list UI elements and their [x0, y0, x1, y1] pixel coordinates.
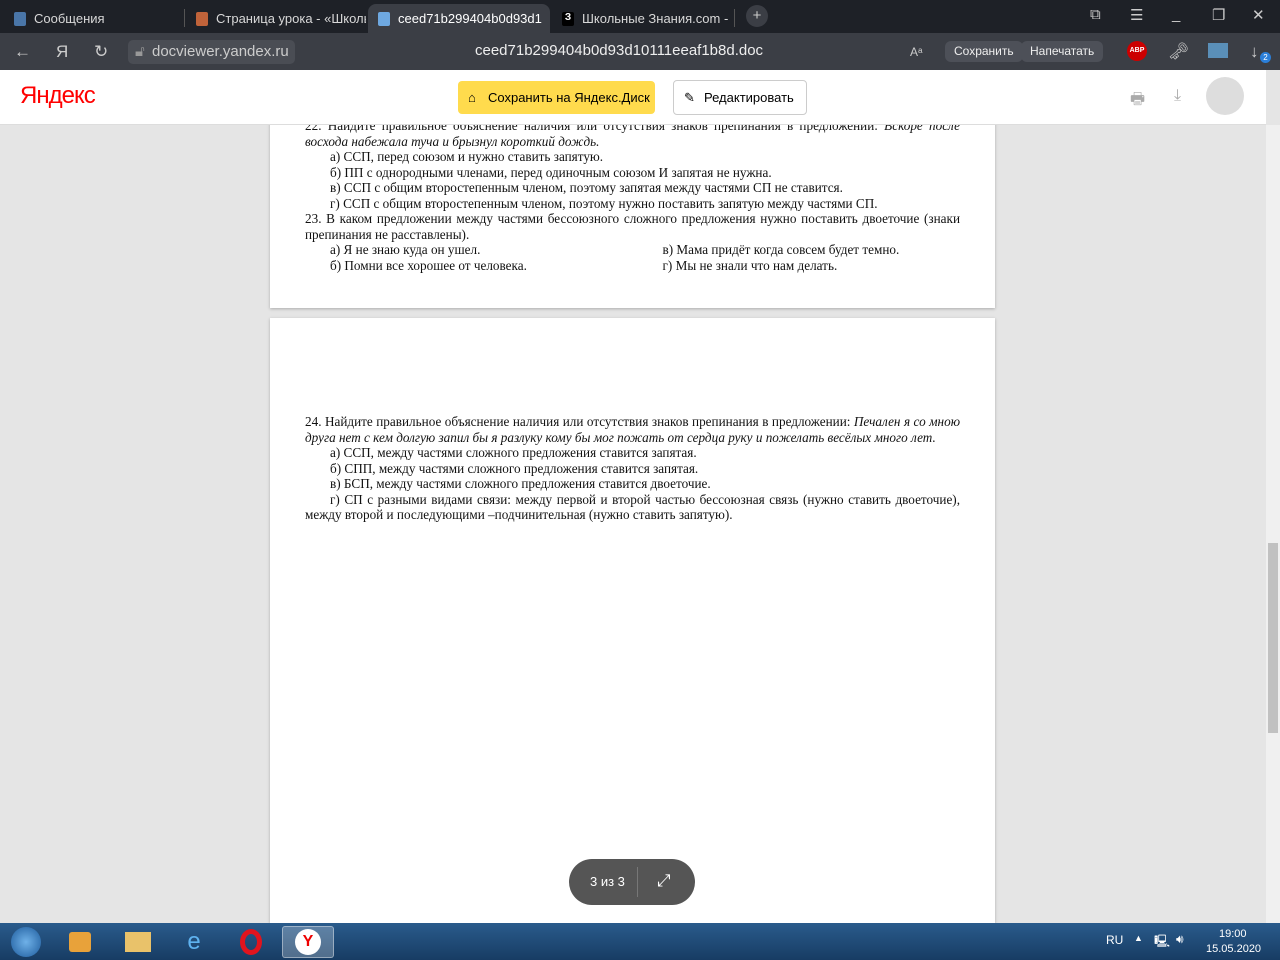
- scrollbar-thumb[interactable]: [1268, 543, 1278, 733]
- tab-znanija[interactable]: З Школьные Знания.com - F: [552, 4, 732, 33]
- option: а) ССП, между частями сложного предложен…: [330, 445, 697, 460]
- question-24: 24. Найдите правильное объяснение наличи…: [305, 414, 960, 445]
- document-page-3: 24. Найдите правильное объяснение наличи…: [270, 318, 995, 923]
- yandex-logo[interactable]: Яндекс: [20, 82, 96, 110]
- download-icon[interactable]: ⤓: [1174, 87, 1181, 105]
- save-button[interactable]: Сохранить: [945, 41, 1023, 62]
- docviewer-header: Яндекс ⌂ Сохранить на Яндекс.Диск ✎ Редакт…: [0, 70, 1266, 125]
- document-page-2: 22. Найдите правильное объяснение наличи…: [270, 125, 995, 308]
- tray-expand-icon[interactable]: ▲: [1134, 933, 1143, 943]
- language-indicator[interactable]: RU: [1106, 933, 1123, 947]
- address-bar: ← Я ↻ 🔓︎ docviewer.yandex.ru ceed71b29940…: [0, 33, 1280, 70]
- option: г) СП с разными видами связи: между перв…: [305, 491, 960, 523]
- tab-label: Школьные Знания.com - F: [582, 11, 732, 26]
- options-row: б) Помни все хорошее от человека. г) Мы н…: [330, 257, 838, 273]
- option: в) ССП с общим второстепенным членом, по…: [330, 180, 843, 195]
- close-window-button[interactable]: ✕: [1252, 6, 1265, 24]
- znanija-icon: З: [562, 11, 574, 26]
- restore-button[interactable]: ❐: [1212, 6, 1225, 24]
- scrollbar[interactable]: [1266, 125, 1280, 923]
- opera-icon[interactable]: [225, 926, 277, 958]
- lock-icon: 🔓︎: [135, 43, 145, 60]
- back-icon[interactable]: ←: [14, 42, 31, 62]
- image-extension-icon[interactable]: [1208, 43, 1228, 58]
- save-to-disk-button[interactable]: ⌂ Сохранить на Яндекс.Диск: [458, 81, 655, 114]
- question-23: 23. В каком предложении между частями бе…: [305, 211, 960, 242]
- button-label: Редактировать: [704, 90, 794, 105]
- tab-document[interactable]: ceed71b299404b0d93d1✕: [368, 4, 550, 33]
- vk-icon: [14, 11, 26, 26]
- bookmarks-icon[interactable]: ⧉: [1090, 6, 1101, 23]
- document-icon: [378, 11, 390, 26]
- option: б) СПП, между частями сложного предложен…: [330, 460, 699, 476]
- fullscreen-icon[interactable]: ⤢: [657, 871, 671, 891]
- url-field[interactable]: 🔓︎ docviewer.yandex.ru: [128, 40, 295, 64]
- tab-label: Сообщения: [34, 11, 105, 26]
- menu-icon[interactable]: ☰: [1130, 6, 1143, 24]
- clock-time[interactable]: 19:00: [1219, 928, 1247, 940]
- option: г) ССП с общим второстепенным членом, по…: [330, 195, 878, 211]
- start-button[interactable]: [0, 926, 52, 958]
- explorer-icon[interactable]: [112, 926, 164, 958]
- tab-label: Страница урока - «Школьн: [216, 11, 366, 26]
- page-navigator: 3 из 3 ⤢: [569, 859, 695, 905]
- tab-bar: Сообщения Страница урока - «Школьн ceed7…: [0, 0, 1280, 33]
- button-label: Сохранить на Яндекс.Диск: [488, 90, 650, 105]
- yandex-icon[interactable]: Я: [56, 42, 68, 62]
- media-player-icon[interactable]: [54, 926, 106, 958]
- taskbar: e Y RU ▲ 🖳︎ 🔊︎ 19:00 15.05.2020: [0, 923, 1280, 960]
- option: б) ПП с однородными членами, перед одино…: [330, 164, 772, 180]
- translate-icon[interactable]: Aᵃ: [910, 45, 922, 59]
- volume-icon[interactable]: 🔊︎: [1176, 932, 1184, 947]
- url-text: docviewer.yandex.ru: [152, 43, 289, 60]
- clock-date[interactable]: 15.05.2020: [1206, 943, 1261, 955]
- tab-messages[interactable]: Сообщения: [4, 4, 184, 33]
- document-viewer: 22. Найдите правильное объяснение наличи…: [0, 125, 1266, 923]
- page-icon: [196, 11, 208, 26]
- print-icon[interactable]: 🖶︎: [1130, 88, 1145, 115]
- edit-button[interactable]: ✎ Редактировать: [673, 80, 807, 115]
- passwords-icon[interactable]: 🗝︎: [1168, 42, 1190, 62]
- pencil-icon: ✎: [684, 90, 695, 105]
- question-22: 22. Найдите правильное объяснение наличи…: [305, 125, 960, 149]
- option: в) БСП, между частями сложного предложен…: [330, 476, 711, 491]
- disk-icon: ⌂: [468, 90, 476, 105]
- reload-icon[interactable]: ↻: [94, 42, 108, 62]
- tab-lesson[interactable]: Страница урока - «Школьн: [186, 4, 366, 33]
- minimize-button[interactable]: _: [1172, 6, 1180, 23]
- yandex-browser-icon[interactable]: Y: [282, 926, 334, 958]
- avatar[interactable]: [1206, 77, 1244, 115]
- print-button[interactable]: Напечатать: [1021, 41, 1104, 62]
- option: а) ССП, перед союзом и нужно ставить зап…: [330, 149, 604, 164]
- downloads-icon[interactable]: ↓: [1250, 42, 1259, 62]
- adblock-icon[interactable]: ABP: [1127, 41, 1147, 61]
- logo-text: Яндекс: [20, 82, 96, 109]
- network-icon[interactable]: 🖳︎: [1154, 932, 1170, 953]
- new-tab-button[interactable]: +: [746, 5, 768, 27]
- tab-label: ceed71b299404b0d93d1: [398, 11, 542, 26]
- ie-icon[interactable]: e: [168, 926, 220, 958]
- options-row: а) Я не знаю куда он ушел. в) Мама придёт…: [330, 242, 900, 257]
- page-title: ceed71b299404b0d93d10111eeaf1b8d.doc: [475, 42, 764, 59]
- downloads-badge: 2: [1260, 52, 1271, 63]
- page-counter: 3 из 3: [590, 874, 625, 889]
